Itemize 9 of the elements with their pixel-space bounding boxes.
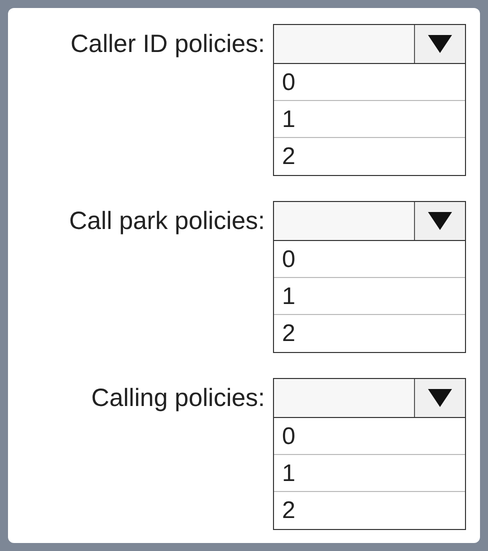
caret-icon [428, 389, 452, 407]
dropdown-label: Calling policies: [90, 383, 266, 414]
dropdown[interactable] [273, 24, 466, 64]
dropdown-label: Call park policies: [68, 206, 266, 237]
caret-icon [428, 35, 452, 53]
dropdown[interactable] [273, 378, 466, 418]
dropdown-label: Caller ID policies: [69, 29, 266, 60]
dropdown[interactable] [273, 201, 466, 241]
caret-icon [428, 212, 452, 230]
